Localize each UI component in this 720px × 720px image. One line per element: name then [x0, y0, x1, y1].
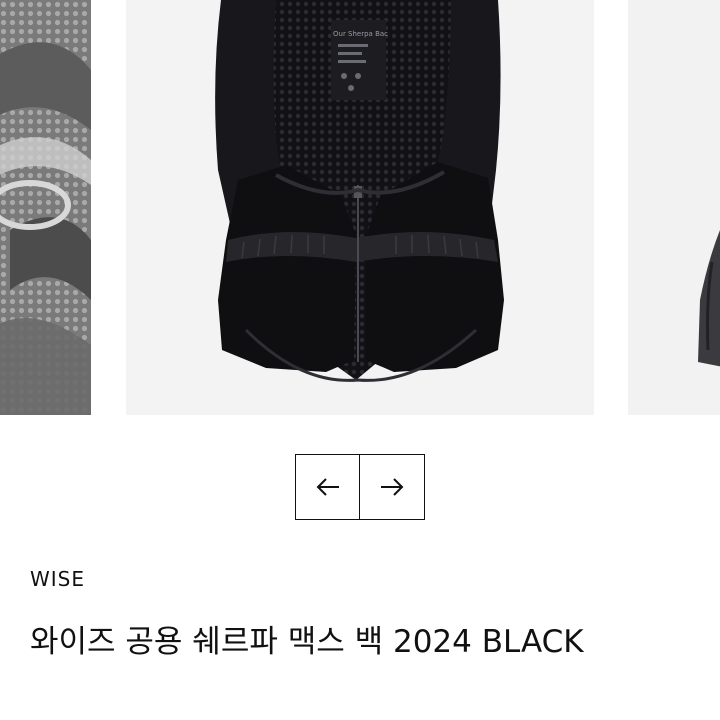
carousel-slide-next[interactable] — [628, 0, 720, 415]
arrow-right-icon — [381, 478, 404, 496]
carousel-slide-current[interactable]: Our Sherpa Bac — [126, 0, 594, 415]
carousel-slide-previous[interactable] — [0, 0, 91, 415]
black-vest-product-image: Our Sherpa Bac — [126, 0, 594, 415]
vest-side-view-image — [628, 0, 720, 415]
product-image-carousel[interactable]: Our Sherpa Bac — [0, 0, 720, 415]
previous-image-button[interactable] — [295, 454, 360, 520]
product-title: 와이즈 공용 쉐르파 맥스 백 2024 BLACK — [30, 624, 584, 660]
vest-mesh-closeup-image — [0, 0, 91, 415]
vest-label-text: Our Sherpa Bac — [333, 30, 388, 38]
arrow-left-icon — [316, 478, 339, 496]
product-detail-page: Our Sherpa Bac WISE 와이즈 공용 쉐르파 맥스 백 2024… — [0, 0, 720, 720]
next-image-button[interactable] — [360, 454, 425, 520]
product-brand-link[interactable]: WISE — [30, 567, 85, 591]
carousel-arrow-controls — [295, 454, 425, 520]
